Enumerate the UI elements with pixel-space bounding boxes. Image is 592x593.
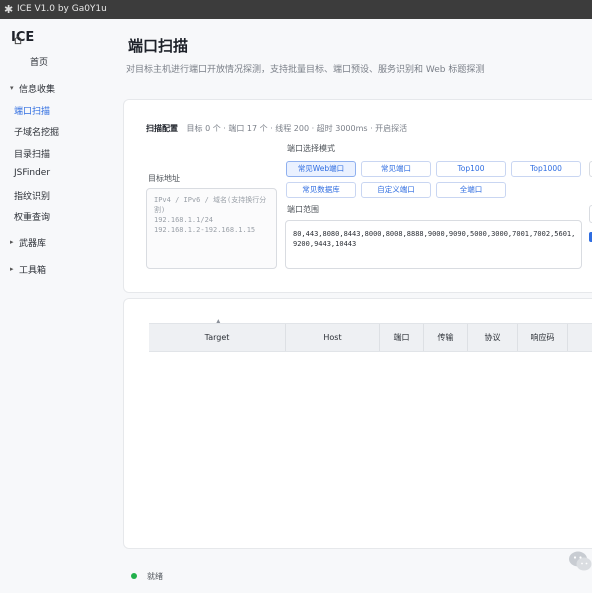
status-indicator bbox=[131, 573, 137, 579]
config-title: 扫描配置 bbox=[146, 124, 178, 133]
app-logo-icon: ✱ bbox=[4, 3, 14, 16]
target-input[interactable]: IPv4 / IPv6 / 域名(支持换行分割) 192.168.1.1/24 … bbox=[146, 188, 277, 269]
column-target[interactable]: Target bbox=[149, 324, 286, 351]
column-protocol[interactable]: 协议 bbox=[468, 324, 518, 351]
home-icon bbox=[13, 35, 23, 45]
sidebar-group-toolbox[interactable]: 工具箱 bbox=[19, 263, 46, 276]
page-title: 端口扫描 bbox=[128, 37, 189, 55]
preset-common-ports-button[interactable]: 常见端口 bbox=[361, 161, 431, 177]
wechat-watermark-icon bbox=[569, 551, 592, 571]
sidebar-item-jsfinder[interactable]: JSFinder bbox=[14, 168, 50, 178]
results-table-header: Target Host 端口 传输 协议 响应码 bbox=[149, 323, 592, 352]
chevron-right-icon[interactable]: ▸ bbox=[10, 238, 14, 246]
preset-top100-button[interactable]: Top100 bbox=[436, 161, 506, 177]
sidebar-item-dirscan[interactable]: 目录扫描 bbox=[14, 147, 50, 160]
preset-database-ports-button[interactable]: 常见数据库 bbox=[286, 182, 356, 198]
port-range-label: 端口范围 bbox=[287, 205, 319, 214]
column-port[interactable]: 端口 bbox=[380, 324, 424, 351]
sidebar-group-arsenal[interactable]: 武器库 bbox=[19, 236, 46, 249]
page-subtitle: 对目标主机进行端口开放情况探测，支持批量目标、端口预设、服务识别和 Web 标题… bbox=[126, 65, 485, 75]
chevron-right-icon[interactable]: ▸ bbox=[10, 265, 14, 273]
window-title: ICE V1.0 by Ga0Y1u bbox=[17, 4, 107, 14]
window-titlebar: ✱ ICE V1.0 by Ga0Y1u bbox=[0, 0, 592, 19]
sidebar-item-port-scan[interactable]: 端口扫描 bbox=[14, 104, 50, 117]
port-range-input[interactable]: 80,443,8080,8443,8000,8008,8888,9000,909… bbox=[285, 220, 582, 269]
config-summary: 目标 0 个 · 端口 17 个 · 线程 200 · 超时 3000ms · … bbox=[186, 124, 408, 133]
sidebar-item-home[interactable]: 首页 bbox=[30, 55, 48, 68]
column-status-code[interactable]: 响应码 bbox=[518, 324, 568, 351]
column-transport[interactable]: 传输 bbox=[424, 324, 468, 351]
preset-top1000-button[interactable]: Top1000 bbox=[511, 161, 581, 177]
sidebar-item-subdomain[interactable]: 子域名挖掘 bbox=[14, 125, 59, 138]
column-overflow[interactable] bbox=[568, 324, 592, 351]
chevron-down-icon[interactable]: ▾ bbox=[10, 84, 14, 92]
preset-all-ports-button[interactable]: 全端口 bbox=[436, 182, 506, 198]
sidebar-item-weight[interactable]: 权重查询 bbox=[14, 210, 50, 223]
target-label: 目标地址 bbox=[148, 174, 180, 183]
status-text: 就绪 bbox=[147, 572, 163, 581]
config-header: 扫描配置 目标 0 个 · 端口 17 个 · 线程 200 · 超时 3000… bbox=[146, 123, 407, 134]
preset-web-ports-button[interactable]: 常见Web端口 bbox=[286, 161, 356, 177]
column-host[interactable]: Host bbox=[286, 324, 380, 351]
sidebar-group-info[interactable]: 信息收集 bbox=[19, 82, 55, 95]
port-mode-label: 端口选择模式 bbox=[287, 144, 335, 153]
preset-custom-ports-button[interactable]: 自定义端口 bbox=[361, 182, 431, 198]
sidebar-item-fingerprint[interactable]: 指纹识别 bbox=[14, 189, 50, 202]
